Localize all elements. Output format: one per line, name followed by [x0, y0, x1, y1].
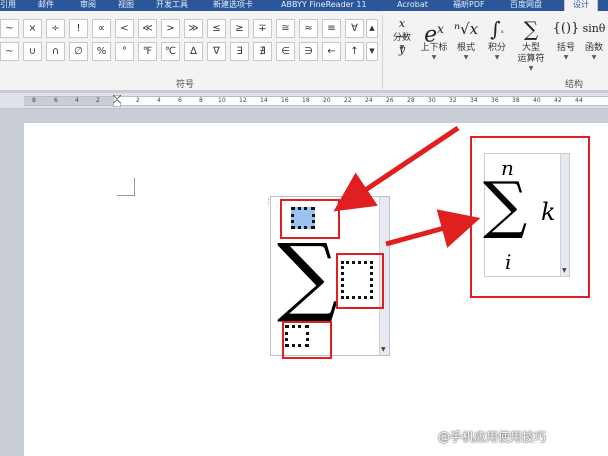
watermark: @手机应用使用技巧 — [438, 430, 547, 444]
arrow-to-upper-limit — [333, 125, 460, 212]
annotation-arrows — [333, 125, 481, 248]
arrow-to-preview — [385, 209, 481, 248]
